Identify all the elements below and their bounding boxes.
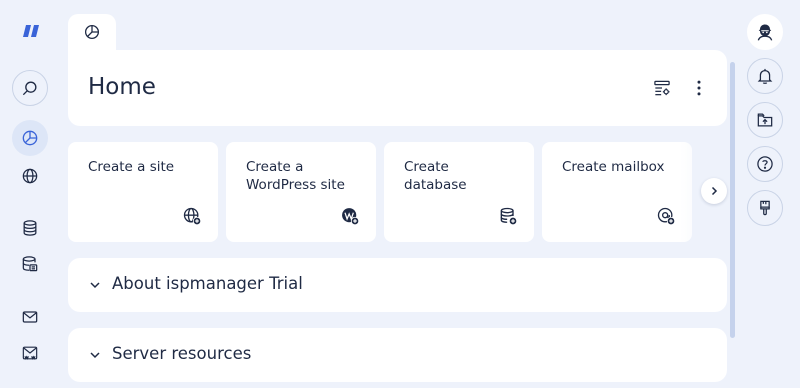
- mail-icon: [22, 311, 38, 323]
- main-scrollbar[interactable]: [730, 62, 735, 338]
- help-icon: [757, 156, 773, 172]
- section-title: Server resources: [112, 344, 252, 363]
- tab-dashboard[interactable]: [68, 14, 116, 54]
- create-mailbox-label: Create mailbox: [562, 159, 665, 175]
- create-site-card[interactable]: Create a site: [68, 142, 218, 242]
- more-vertical-icon: [697, 80, 701, 96]
- sidebar-item-database-servers[interactable]: [12, 246, 48, 282]
- bell-icon: [757, 68, 773, 84]
- sidebar-item-webmail[interactable]: [12, 335, 48, 371]
- create-mailbox-card[interactable]: Create mailbox: [542, 142, 692, 242]
- search-button[interactable]: [12, 70, 48, 106]
- more-options-button[interactable]: [687, 76, 711, 100]
- user-menu-button[interactable]: [747, 14, 783, 50]
- sidebar-item-mail[interactable]: [12, 299, 48, 335]
- create-database-card[interactable]: Create database: [384, 142, 534, 242]
- sidebar-item-dashboard[interactable]: [12, 120, 48, 156]
- database-list-icon: [22, 256, 38, 272]
- chevron-down-icon: [90, 352, 100, 359]
- www-mail-icon: [22, 346, 38, 360]
- carousel-next-button[interactable]: [701, 178, 727, 204]
- globe-plus-icon: [183, 207, 202, 226]
- help-button[interactable]: [747, 146, 783, 182]
- create-site-label: Create a site: [88, 159, 175, 175]
- mailbox-plus-icon: [657, 207, 676, 226]
- page-header: Home: [68, 50, 727, 126]
- user-avatar-icon: [757, 24, 773, 41]
- dashboard-icon: [84, 24, 100, 40]
- appearance-button[interactable]: [747, 190, 783, 226]
- page-title: Home: [88, 74, 156, 100]
- server-resources-section[interactable]: Server resources: [68, 328, 727, 382]
- create-database-label: Create database: [404, 159, 467, 193]
- sidebar-item-sites[interactable]: [12, 158, 48, 194]
- sidebar-item-databases[interactable]: [12, 210, 48, 246]
- wordpress-plus-icon: [342, 208, 360, 226]
- globe-icon: [22, 168, 38, 184]
- create-wordpress-site-card[interactable]: Create a WordPress site: [226, 142, 376, 242]
- upload-folder-icon: [757, 113, 773, 127]
- quick-actions: Create a site Create a WordPress site Cr…: [68, 142, 727, 242]
- file-manager-button[interactable]: [747, 102, 783, 138]
- customize-dashboard-button[interactable]: [650, 76, 674, 100]
- logo-icon[interactable]: [22, 24, 40, 38]
- chevron-right-icon: [711, 186, 718, 196]
- database-icon: [23, 220, 37, 236]
- search-icon: [22, 81, 37, 96]
- database-plus-icon: [500, 207, 518, 226]
- dashboard-icon: [22, 130, 38, 146]
- brush-icon: [760, 200, 770, 216]
- create-wordpress-site-label: Create a WordPress site: [246, 159, 345, 193]
- about-trial-section[interactable]: About ispmanager Trial: [68, 258, 727, 312]
- list-settings-icon: [654, 80, 670, 96]
- notifications-button[interactable]: [747, 58, 783, 94]
- chevron-down-icon: [90, 282, 100, 289]
- section-title: About ispmanager Trial: [112, 274, 303, 293]
- left-sidebar: [0, 0, 60, 388]
